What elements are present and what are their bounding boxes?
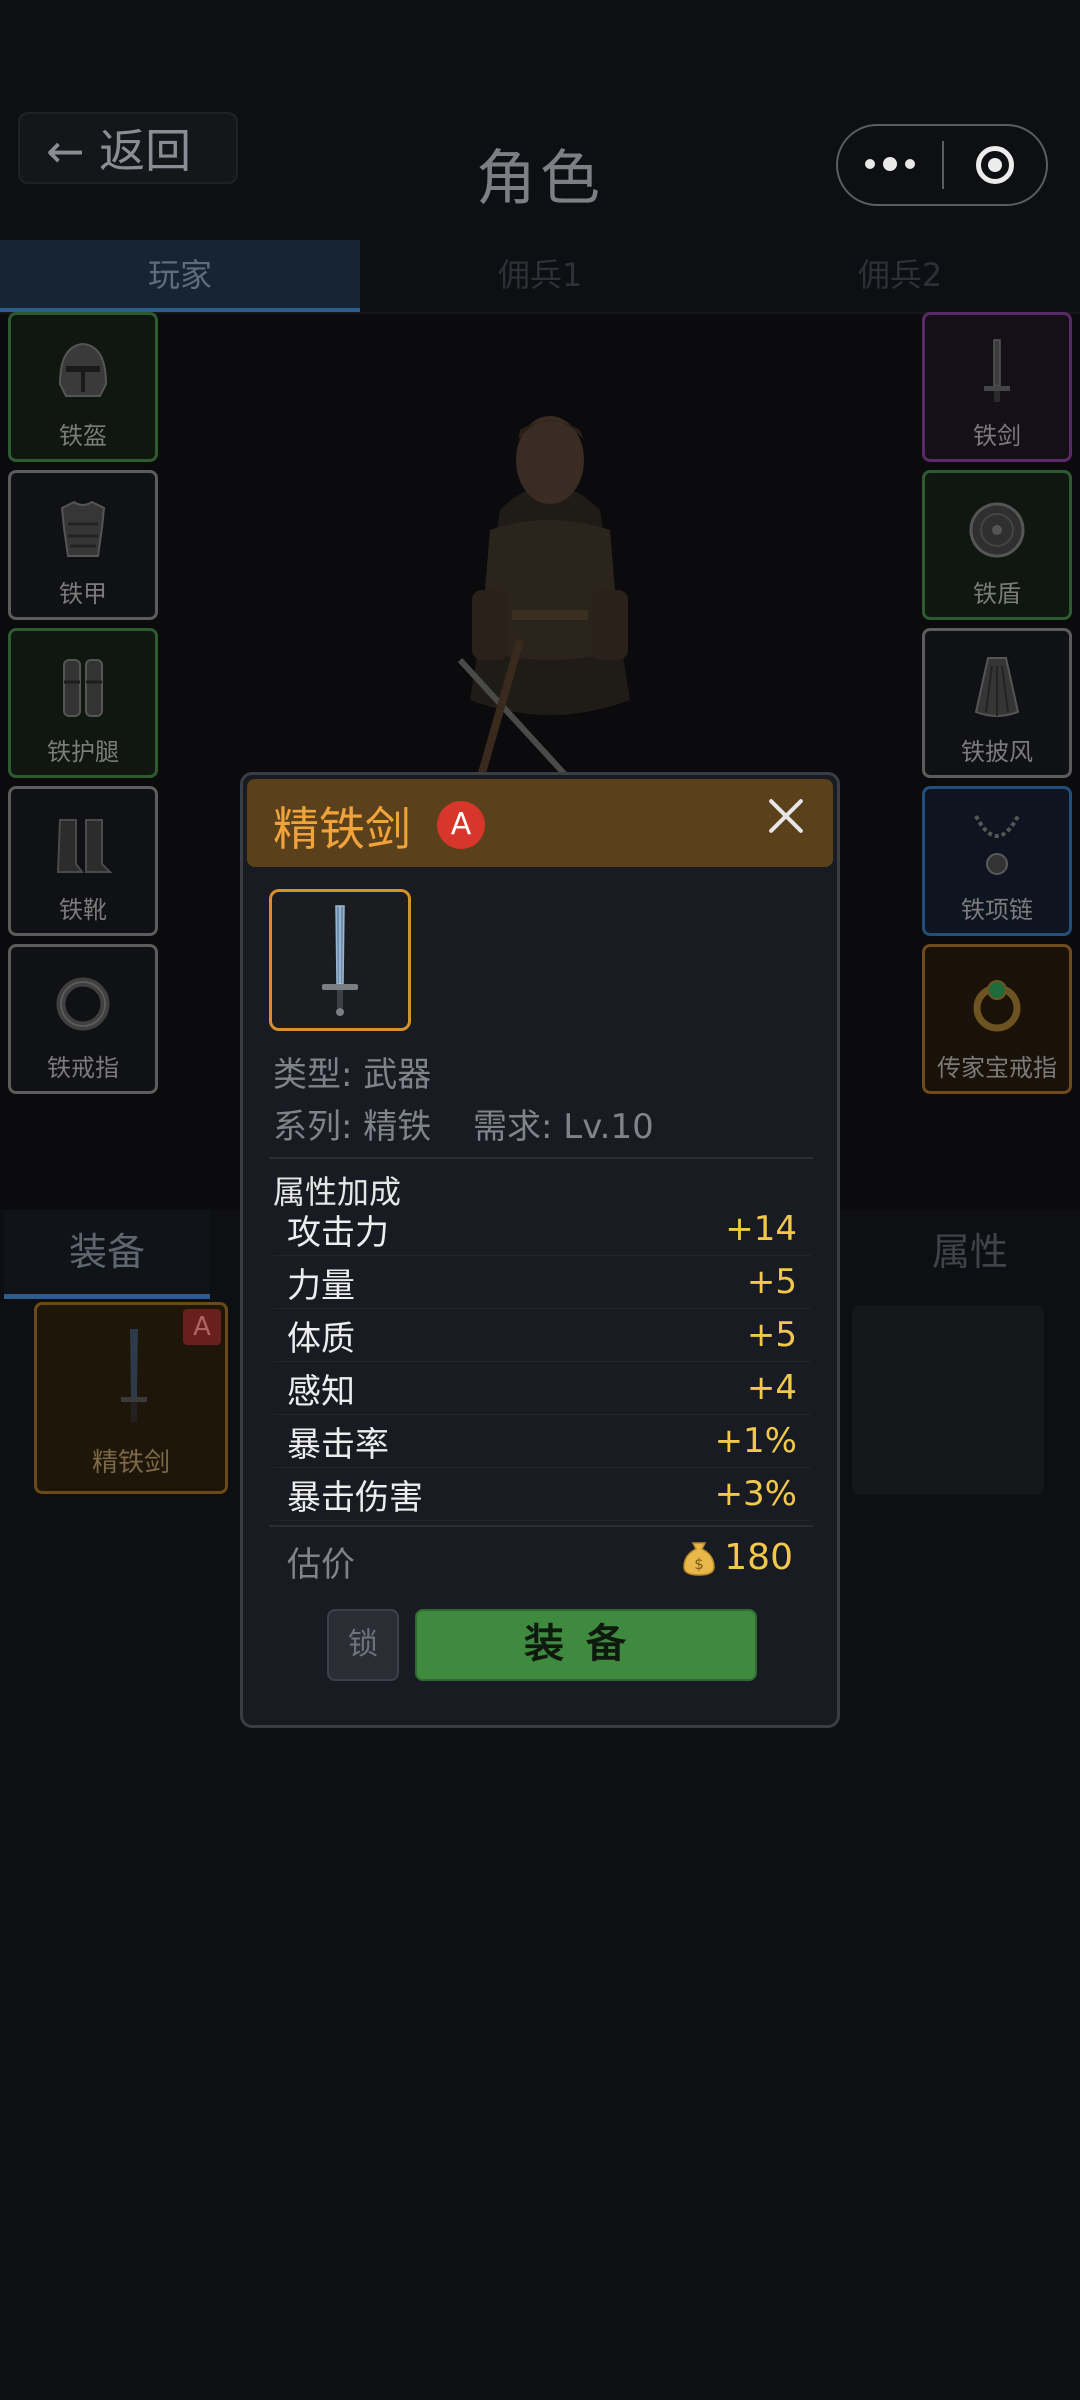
tab-equipment[interactable]: 装备 <box>4 1210 210 1299</box>
stat-row: 暴击伤害 +3% <box>273 1468 811 1521</box>
more-dots-icon[interactable] <box>838 157 942 171</box>
slot-shield[interactable]: 铁盾 <box>922 470 1072 620</box>
stat-value: +14 <box>725 1209 797 1249</box>
price-amount: 180 <box>724 1537 793 1578</box>
slot-cloak[interactable]: 铁披风 <box>922 628 1072 778</box>
stat-row: 暴击率 +1% <box>273 1415 811 1468</box>
slot-greaves[interactable]: 铁护腿 <box>8 628 158 778</box>
greaves-icon <box>63 659 103 717</box>
sword-icon <box>322 905 358 1016</box>
item-requirement: 需求: Lv.10 <box>473 1107 654 1147</box>
stat-name: 暴击率 <box>287 1424 389 1465</box>
svg-text:$: $ <box>695 1555 705 1573</box>
armor-icon <box>60 500 106 557</box>
mini-program-capsule <box>836 124 1048 206</box>
inventory-item[interactable]: A 精铁剑 <box>34 1302 228 1494</box>
stat-value: +5 <box>746 1262 797 1302</box>
character-tabs: 玩家 佣兵1 佣兵2 <box>0 240 1080 314</box>
stat-value: +4 <box>746 1368 797 1408</box>
slot-necklace[interactable]: 铁项链 <box>922 786 1072 936</box>
tab-mercenary-2[interactable]: 佣兵2 <box>720 240 1080 312</box>
money-bag-icon: $ <box>683 1541 716 1576</box>
divider <box>269 1525 813 1527</box>
stat-name: 体质 <box>287 1318 355 1359</box>
character-portrait <box>457 416 630 780</box>
slot-label: 铁盾 <box>973 580 1021 608</box>
slot-label: 铁剑 <box>973 422 1021 450</box>
price-label: 估价 <box>287 1545 355 1585</box>
item-series: 系列: 精铁 <box>273 1107 432 1147</box>
stat-name: 暴击伤害 <box>287 1477 423 1518</box>
slot-armor[interactable]: 铁甲 <box>8 470 158 620</box>
lock-button[interactable]: 锁 <box>327 1609 399 1681</box>
stat-name: 攻击力 <box>287 1212 389 1253</box>
character-screen: ← 返回 角色 玩家 佣兵1 佣兵2 铁盔 铁甲 铁护腿 铁靴 铁戒指 铁剑 铁… <box>0 0 1080 2400</box>
rank-badge: A <box>183 1309 221 1345</box>
stat-name: 力量 <box>287 1265 355 1306</box>
tab-player[interactable]: 玩家 <box>0 240 360 312</box>
stat-value: +1% <box>714 1421 797 1461</box>
item-image-frame <box>269 889 411 1031</box>
stat-row: 攻击力 +14 <box>273 1203 811 1256</box>
stat-value: +5 <box>746 1315 797 1355</box>
stat-row: 感知 +4 <box>273 1362 811 1415</box>
gem-ring-icon <box>973 980 1021 1032</box>
tab-mercenary-1[interactable]: 佣兵1 <box>360 240 720 312</box>
close-icon[interactable] <box>763 793 809 839</box>
stat-name: 感知 <box>287 1371 355 1412</box>
target-icon[interactable] <box>944 146 1046 184</box>
divider <box>269 1157 813 1159</box>
rank-badge: A <box>437 801 485 849</box>
slot-label: 铁项链 <box>961 896 1033 924</box>
cloak-icon <box>974 657 1020 717</box>
helmet-icon <box>58 342 108 397</box>
slot-label: 铁戒指 <box>47 1054 119 1082</box>
attribute-placeholder <box>852 1306 1044 1494</box>
stat-list: 攻击力 +14 力量 +5 体质 +5 感知 +4 暴击率 +1% 暴击伤害 +… <box>273 1203 811 1521</box>
slot-ring[interactable]: 铁戒指 <box>8 944 158 1094</box>
stat-row: 体质 +5 <box>273 1309 811 1362</box>
equip-button[interactable]: 装备 <box>415 1609 757 1681</box>
item-type: 类型: 武器 <box>273 1055 432 1095</box>
price-value: $ 180 <box>682 1537 793 1578</box>
stat-value: +3% <box>714 1474 797 1514</box>
item-name: 精铁剑 <box>273 802 411 856</box>
tab-attributes[interactable]: 属性 <box>880 1210 1060 1294</box>
item-label: 精铁剑 <box>91 1448 170 1478</box>
slot-label: 铁甲 <box>59 580 107 608</box>
ring-icon <box>56 977 110 1031</box>
modal-header: 精铁剑 A <box>247 779 833 867</box>
slot-label: 铁披风 <box>961 738 1033 766</box>
slot-label: 铁盔 <box>59 422 107 450</box>
item-detail-modal: 精铁剑 A 类型: 武器 系列: 精铁 需求: Lv.10 属性加成 攻击力 +… <box>240 772 840 1728</box>
shield-icon <box>969 502 1025 558</box>
slot-boots[interactable]: 铁靴 <box>8 786 158 936</box>
stat-row: 力量 +5 <box>273 1256 811 1309</box>
slot-label: 传家宝戒指 <box>937 1054 1057 1082</box>
boots-icon <box>56 819 113 873</box>
necklace-icon <box>974 815 1020 875</box>
slot-label: 铁护腿 <box>47 738 119 766</box>
slot-weapon[interactable]: 铁剑 <box>922 312 1072 462</box>
slot-helmet[interactable]: 铁盔 <box>8 312 158 462</box>
sword-icon <box>121 1329 147 1422</box>
top-bar: ← 返回 角色 <box>0 0 1080 240</box>
slot-heirloom-ring[interactable]: 传家宝戒指 <box>922 944 1072 1094</box>
sword-icon <box>984 339 1010 402</box>
slot-label: 铁靴 <box>59 896 107 924</box>
